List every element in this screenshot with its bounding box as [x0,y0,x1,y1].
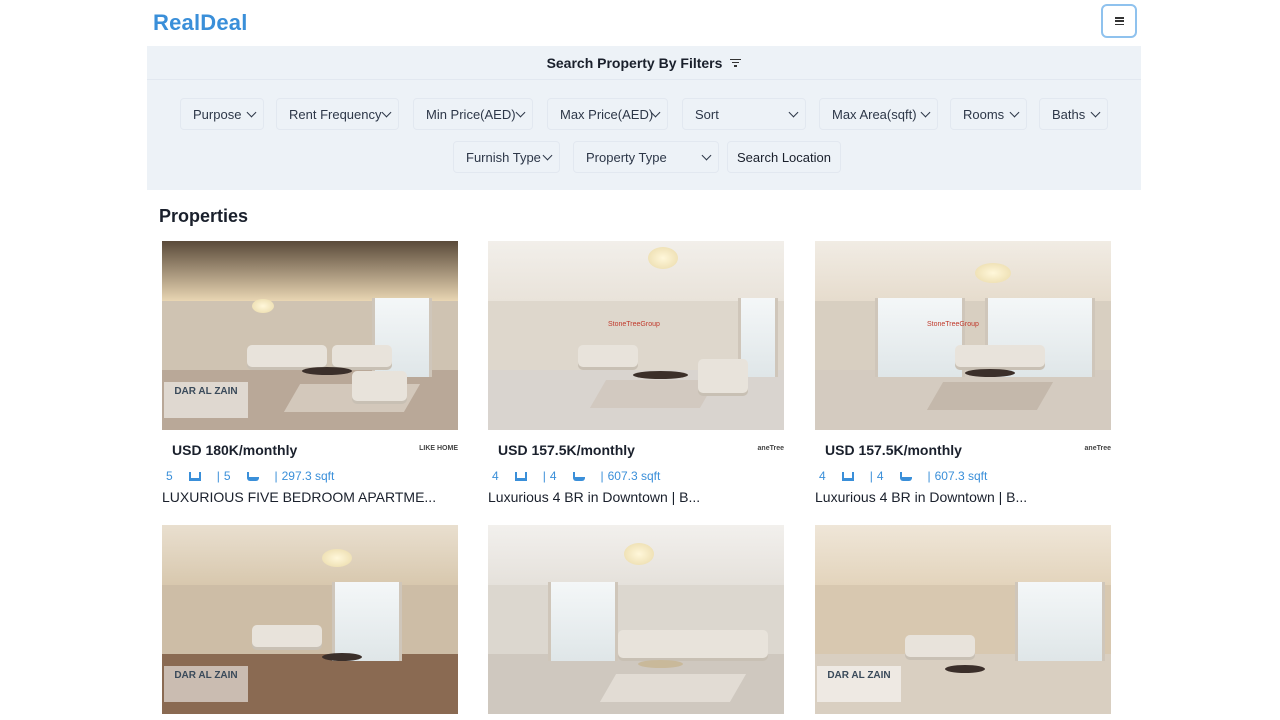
property-photo[interactable] [488,525,784,714]
baths-count: 5 [223,469,231,483]
property-card[interactable]: DAR AL ZAIN USD 180K/monthly LIKE HOME 5… [162,241,458,505]
rent-frequency-select[interactable]: Rent Frequency [276,98,399,130]
chevron-down-icon [381,107,392,118]
area-value: 607.3 sqft [607,469,661,483]
rooms-count: 4 [492,469,499,483]
property-card[interactable] [488,525,784,714]
area-grid-icon [350,472,362,481]
baths-select[interactable]: Baths [1039,98,1108,130]
chevron-down-icon [515,107,526,118]
property-card[interactable]: DAR AL ZAIN [815,525,1111,714]
chevron-down-icon [542,150,553,161]
property-price: USD 180K/monthly [172,442,298,458]
property-card[interactable]: DAR AL ZAIN [162,525,458,714]
chevron-down-icon [1009,107,1020,118]
page-container: RealDeal Search Property By Filters Purp… [147,0,1141,714]
area-grid-icon [676,472,688,481]
filter-icon [730,58,742,67]
area-value: 607.3 sqft [934,469,988,483]
agency-watermark: DAR AL ZAIN [817,666,901,702]
sort-select[interactable]: Sort [682,98,806,130]
furnish-type-select[interactable]: Furnish Type [453,141,560,173]
agency-logo: aneTree [757,445,784,452]
property-title[interactable]: Luxurious 4 BR in Downtown | B... [488,489,784,505]
property-photo[interactable]: DAR AL ZAIN [162,241,458,430]
bath-icon [246,471,259,481]
agency-watermark: DAR AL ZAIN [164,666,248,702]
agency-logo: aneTree [1084,445,1111,452]
agency-watermark: StoneTreeGroup [927,321,979,328]
area-grid-icon [1003,472,1015,481]
agency-watermark: StoneTreeGroup [608,321,660,328]
bed-icon [514,471,527,481]
purpose-select[interactable]: Purpose [180,98,264,130]
chevron-down-icon [1090,107,1101,118]
brand-logo[interactable]: RealDeal [153,10,248,36]
property-photo[interactable]: DAR AL ZAIN [815,525,1111,714]
chevron-down-icon [701,150,712,161]
baths-count: 4 [876,469,884,483]
baths-count: 4 [549,469,557,483]
agency-watermark: DAR AL ZAIN [164,382,248,418]
chevron-down-icon [920,107,931,118]
property-price: USD 157.5K/monthly [498,442,635,458]
property-stats: 5 | 5 | 297.3 sqft [162,464,458,488]
filters-heading: Search Property By Filters [546,54,723,71]
chevron-down-icon [246,107,257,118]
property-title[interactable]: Luxurious 4 BR in Downtown | B... [815,489,1111,505]
property-price: USD 157.5K/monthly [825,442,962,458]
max-area-select[interactable]: Max Area(sqft) [819,98,938,130]
property-photo[interactable]: StoneTreeGroup [815,241,1111,430]
bed-icon [841,471,854,481]
property-card[interactable]: StoneTreeGroup USD 157.5K/monthly aneTre… [488,241,784,505]
property-card[interactable]: StoneTreeGroup USD 157.5K/monthly aneTre… [815,241,1111,505]
property-photo[interactable]: DAR AL ZAIN [162,525,458,714]
filters-toggle[interactable]: Search Property By Filters [147,46,1141,80]
bath-icon [899,471,912,481]
area-value: 297.3 sqft [281,469,335,483]
property-stats: 4 | 4 | 607.3 sqft [488,464,784,488]
property-photo[interactable]: StoneTreeGroup [488,241,784,430]
menu-button[interactable] [1101,4,1137,38]
min-price-select[interactable]: Min Price(AED) [413,98,533,130]
rooms-count: 5 [166,469,173,483]
hamburger-icon [1114,17,1124,25]
property-title[interactable]: LUXURIOUS FIVE BEDROOM APARTME... [162,489,458,505]
bath-icon [572,471,585,481]
navbar: RealDeal [147,0,1141,46]
property-type-select[interactable]: Property Type [573,141,719,173]
agency-logo: LIKE HOME [419,445,458,452]
search-location-button[interactable]: Search Location [727,141,841,173]
max-price-select[interactable]: Max Price(AED) [547,98,668,130]
filters-panel: Search Property By Filters Purpose Rent … [147,46,1141,190]
chevron-down-icon [788,107,799,118]
bed-icon [188,471,201,481]
properties-heading: Properties [159,206,249,226]
property-stats: 4 | 4 | 607.3 sqft [815,464,1111,488]
rooms-count: 4 [819,469,826,483]
rooms-select[interactable]: Rooms [950,98,1027,130]
